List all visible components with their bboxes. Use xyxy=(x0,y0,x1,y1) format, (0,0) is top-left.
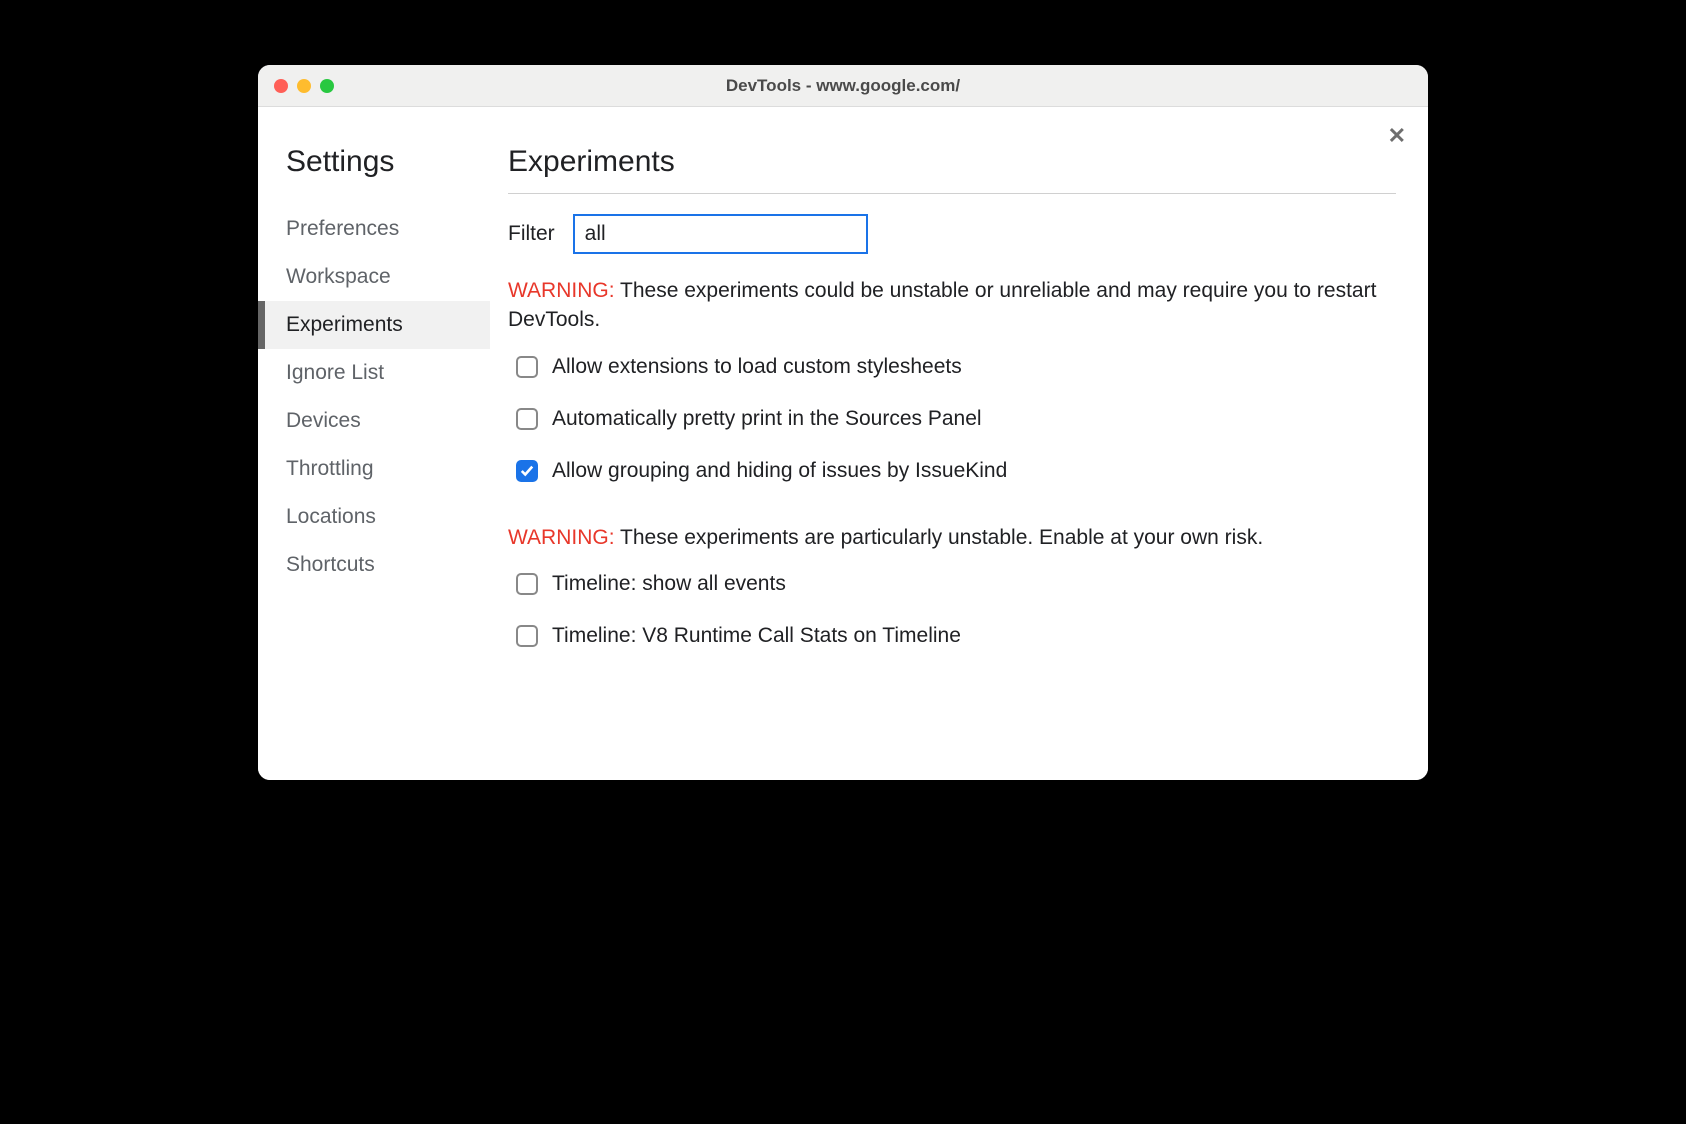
experiment-label[interactable]: Timeline: V8 Runtime Call Stats on Timel… xyxy=(552,624,961,648)
experiment-label[interactable]: Timeline: show all events xyxy=(552,572,786,596)
content-area: ✕ Settings Preferences Workspace Experim… xyxy=(258,107,1428,780)
sidebar-item-throttling[interactable]: Throttling xyxy=(258,445,490,493)
experiment-checkbox[interactable] xyxy=(516,625,538,647)
sidebar-item-experiments[interactable]: Experiments xyxy=(258,301,490,349)
warning-message: WARNING: These experiments could be unst… xyxy=(508,276,1396,335)
warning-text: These experiments could be unstable or u… xyxy=(508,279,1376,331)
sidebar-item-label: Preferences xyxy=(286,217,399,240)
sidebar-item-locations[interactable]: Locations xyxy=(258,493,490,541)
divider xyxy=(508,193,1396,194)
titlebar: DevTools - www.google.com/ xyxy=(258,65,1428,107)
experiment-checkbox[interactable] xyxy=(516,460,538,482)
window-minimize-icon[interactable] xyxy=(297,79,311,93)
sidebar-item-label: Workspace xyxy=(286,265,391,288)
sidebar-item-label: Experiments xyxy=(286,313,403,336)
filter-label: Filter xyxy=(508,222,555,246)
experiment-row: Allow grouping and hiding of issues by I… xyxy=(516,459,1396,483)
experiment-row: Timeline: show all events xyxy=(516,572,1396,596)
sidebar-item-label: Shortcuts xyxy=(286,553,375,576)
warning-label: WARNING: xyxy=(508,279,615,302)
main-panel: Experiments Filter WARNING: These experi… xyxy=(490,107,1428,780)
close-icon[interactable]: ✕ xyxy=(1388,125,1406,147)
window-close-icon[interactable] xyxy=(274,79,288,93)
devtools-window: DevTools - www.google.com/ ✕ Settings Pr… xyxy=(258,65,1428,780)
sidebar-item-label: Throttling xyxy=(286,457,374,480)
experiment-checkbox[interactable] xyxy=(516,408,538,430)
warning-message: WARNING: These experiments are particula… xyxy=(508,523,1396,552)
experiment-label[interactable]: Allow grouping and hiding of issues by I… xyxy=(552,459,1007,483)
experiment-row: Allow extensions to load custom styleshe… xyxy=(516,355,1396,379)
sidebar-item-devices[interactable]: Devices xyxy=(258,397,490,445)
sidebar-title: Settings xyxy=(258,145,490,179)
settings-sidebar: Settings Preferences Workspace Experimen… xyxy=(258,107,490,780)
filter-input[interactable] xyxy=(573,214,868,254)
sidebar-item-label: Locations xyxy=(286,505,376,528)
window-maximize-icon[interactable] xyxy=(320,79,334,93)
experiment-label[interactable]: Automatically pretty print in the Source… xyxy=(552,407,982,431)
warning-label: WARNING: xyxy=(508,526,615,549)
sidebar-item-preferences[interactable]: Preferences xyxy=(258,205,490,253)
sidebar-item-label: Ignore List xyxy=(286,361,384,384)
experiment-label[interactable]: Allow extensions to load custom styleshe… xyxy=(552,355,962,379)
sidebar-item-workspace[interactable]: Workspace xyxy=(258,253,490,301)
sidebar-item-label: Devices xyxy=(286,409,361,432)
experiment-checkbox[interactable] xyxy=(516,573,538,595)
warning-text: These experiments are particularly unsta… xyxy=(615,526,1264,549)
traffic-lights xyxy=(258,79,334,93)
sidebar-item-ignore-list[interactable]: Ignore List xyxy=(258,349,490,397)
sidebar-item-shortcuts[interactable]: Shortcuts xyxy=(258,541,490,589)
filter-row: Filter xyxy=(508,214,1396,254)
experiment-checkbox[interactable] xyxy=(516,356,538,378)
experiment-row: Timeline: V8 Runtime Call Stats on Timel… xyxy=(516,624,1396,648)
experiment-row: Automatically pretty print in the Source… xyxy=(516,407,1396,431)
window-title: DevTools - www.google.com/ xyxy=(258,76,1428,96)
page-title: Experiments xyxy=(508,145,1396,179)
